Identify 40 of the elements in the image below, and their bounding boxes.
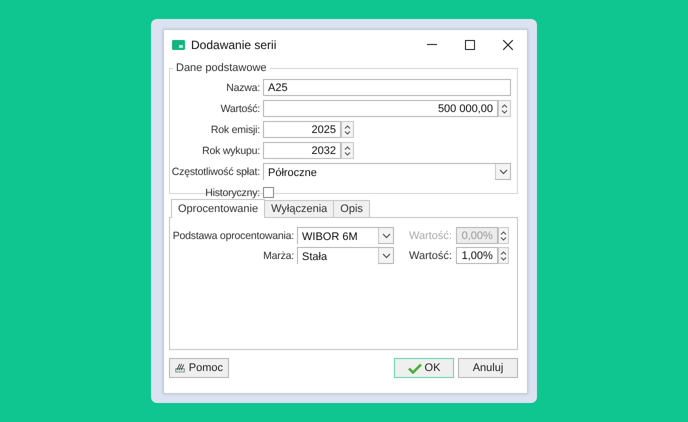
caret-icon (498, 168, 508, 174)
help-button[interactable]: Pomoc (169, 358, 229, 378)
field-label: Wartość: (408, 250, 453, 262)
caret-icon (382, 252, 390, 258)
tab[interactable]: Wyłączenia (264, 200, 334, 217)
field-label: Rok emisji: (210, 124, 261, 136)
field-label: Wartość: (408, 230, 453, 242)
percent-field[interactable]: 1,00% (456, 247, 498, 264)
year-field[interactable]: 2032 (263, 142, 341, 159)
field-label: Nazwa: (225, 82, 261, 94)
window-title: Dodawanie serii (191, 38, 278, 52)
field-label: Historyczny: (204, 186, 261, 198)
dropdown[interactable]: Stała (297, 247, 394, 264)
app-icon (172, 40, 185, 50)
field-label: Marża: (262, 250, 295, 262)
spinner-arrows[interactable] (498, 247, 509, 264)
field-label: Wartość: (220, 102, 261, 114)
spinner-arrows[interactable] (341, 121, 354, 138)
help-icon (175, 361, 186, 375)
name-field[interactable]: A25 (263, 79, 511, 96)
field-label: Podstawa oprocentowania: (172, 230, 295, 242)
spinner-arrows[interactable] (498, 227, 509, 244)
tab[interactable]: Oprocentowanie (171, 199, 266, 218)
amount-field[interactable]: 500 000,00 (263, 100, 498, 117)
dropdown[interactable]: Półroczne (263, 163, 511, 180)
tab[interactable]: Opis (333, 200, 370, 217)
field-label: Rok wykupu: (201, 144, 261, 156)
maximize-icon (465, 40, 475, 50)
field-label: Częstotliwość spłat: (171, 166, 261, 178)
spinner-arrows[interactable] (498, 100, 511, 117)
group-title: Dane podstawowe (175, 62, 268, 74)
minimize-icon (427, 44, 437, 45)
close-icon (503, 40, 513, 50)
cancel-button[interactable]: Anuluj (458, 358, 518, 378)
ok-button[interactable]: OK (394, 358, 454, 378)
checkbox[interactable] (263, 187, 274, 198)
spinner-arrows[interactable] (341, 142, 354, 159)
year-field[interactable]: 2025 (263, 121, 341, 138)
check-icon (408, 362, 422, 374)
caret-icon (382, 232, 390, 238)
